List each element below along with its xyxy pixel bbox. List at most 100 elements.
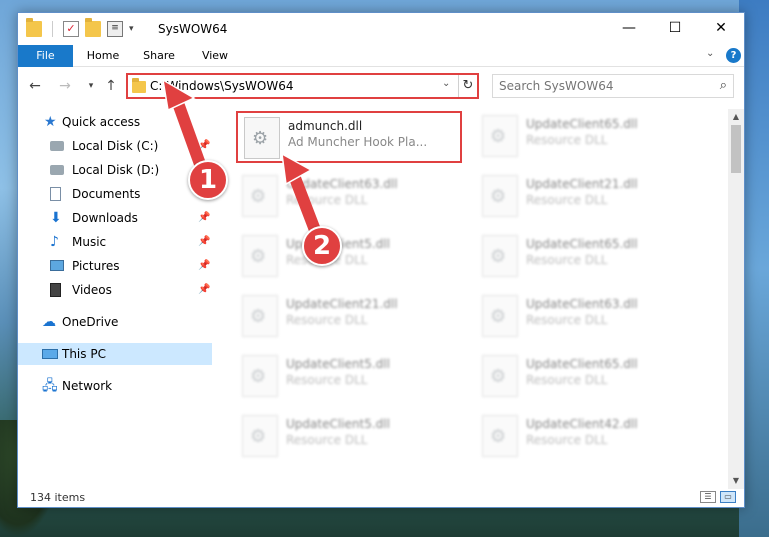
navigation-pane: ★ Quick access Local Disk (C:) 📌 Local D… xyxy=(18,109,214,489)
pin-icon[interactable]: 📌 xyxy=(198,135,210,157)
file-item[interactable]: UpdateClient63.dll Resource DLL xyxy=(476,291,702,343)
sidebar-item-downloads[interactable]: ⬇ Downloads 📌 xyxy=(18,207,212,229)
maximize-button[interactable]: ☐ xyxy=(652,13,698,43)
videos-icon xyxy=(50,283,61,297)
star-icon: ★ xyxy=(44,114,57,130)
pictures-icon xyxy=(50,260,64,271)
pin-icon[interactable]: 📌 xyxy=(198,279,210,301)
dll-file-icon xyxy=(482,295,518,337)
customize-toolbar-icon[interactable]: ≡ xyxy=(107,21,123,37)
up-arrow-icon[interactable]: ↑ xyxy=(102,77,120,95)
file-description: Resource DLL xyxy=(526,313,608,327)
tab-share[interactable]: Share xyxy=(134,45,184,67)
sidebar-item-label: Downloads xyxy=(72,211,138,225)
sidebar-item-label: Local Disk (D:) xyxy=(72,163,160,177)
sidebar-item-label: Local Disk (C:) xyxy=(72,139,159,153)
file-item[interactable]: UpdateClient21.dll Resource DLL xyxy=(236,291,462,343)
file-item[interactable]: UpdateClient65.dll Resource DLL xyxy=(476,351,702,403)
file-item-admunch[interactable]: admunch.dll Ad Muncher Hook Pla... xyxy=(236,111,462,163)
sidebar-item-label: Pictures xyxy=(72,259,120,273)
sidebar-item-videos[interactable]: Videos 📌 xyxy=(18,279,212,301)
address-dropdown-icon[interactable]: ⌄ xyxy=(442,78,450,89)
back-arrow-icon[interactable]: ← xyxy=(26,77,44,95)
dll-file-icon xyxy=(244,117,280,159)
scroll-down-icon[interactable]: ▼ xyxy=(728,473,744,489)
sidebar-item-label: Music xyxy=(72,235,107,249)
file-description: Resource DLL xyxy=(526,433,608,447)
item-count: 134 items xyxy=(30,491,86,504)
file-description: Resource DLL xyxy=(286,373,368,387)
sidebar-item-label: Videos xyxy=(72,283,112,297)
close-button[interactable]: ✕ xyxy=(698,13,744,43)
sidebar-item-label: Network xyxy=(62,379,113,393)
file-item[interactable]: UpdateClient5.dll Resource DLL xyxy=(236,411,462,463)
file-item[interactable]: UpdateClient21.dll Resource DLL xyxy=(476,171,702,223)
forward-arrow-icon[interactable]: → xyxy=(56,77,74,95)
details-view-icon[interactable]: ☰ xyxy=(700,491,716,503)
sidebar-item-network[interactable]: 🖧 Network xyxy=(18,375,212,397)
file-description: Resource DLL xyxy=(286,193,368,207)
help-icon[interactable]: ? xyxy=(726,48,741,63)
minimize-button[interactable]: — xyxy=(606,13,652,43)
sidebar-item-label: Quick access xyxy=(62,115,141,129)
sidebar-item-quick-access[interactable]: ★ Quick access xyxy=(18,111,212,133)
address-bar[interactable]: C:\Windows\SysWOW64 ⌄ ↻ xyxy=(126,73,479,99)
file-name: UpdateClient65.dll xyxy=(526,237,638,251)
tab-home[interactable]: Home xyxy=(78,45,128,67)
sidebar-item-onedrive[interactable]: ☁ OneDrive xyxy=(18,311,212,333)
dll-file-icon xyxy=(242,415,278,457)
file-item[interactable]: UpdateClient63.dll Resource DLL xyxy=(236,171,462,223)
pin-icon[interactable]: 📌 xyxy=(198,207,210,229)
sidebar-item-pictures[interactable]: Pictures 📌 xyxy=(18,255,212,277)
file-description: Resource DLL xyxy=(286,313,368,327)
dll-file-icon xyxy=(242,355,278,397)
search-box[interactable]: ⌕ xyxy=(492,74,734,98)
file-name: UpdateClient5.dll xyxy=(286,357,390,371)
file-name: UpdateClient65.dll xyxy=(526,357,638,371)
sidebar-item-this-pc[interactable]: This PC xyxy=(18,343,212,365)
scrollbar-thumb[interactable] xyxy=(731,125,741,173)
sidebar-item-local-disk-c[interactable]: Local Disk (C:) 📌 xyxy=(18,135,212,157)
new-folder-icon[interactable] xyxy=(85,18,101,37)
scroll-up-icon[interactable]: ▲ xyxy=(728,109,744,125)
toolbar-dropdown-icon[interactable]: ▾ xyxy=(129,24,134,34)
pc-icon xyxy=(42,349,58,359)
sidebar-item-local-disk-d[interactable]: Local Disk (D:) xyxy=(18,159,212,181)
file-item[interactable]: UpdateClient5.dll Resource DLL xyxy=(236,231,462,283)
file-description: Ad Muncher Hook Pla... xyxy=(288,135,428,149)
refresh-icon[interactable]: ↻ xyxy=(458,75,477,97)
file-name: UpdateClient5.dll xyxy=(286,417,390,431)
sidebar-item-music[interactable]: ♪ Music 📌 xyxy=(18,231,212,253)
pin-icon[interactable]: 📌 xyxy=(198,231,210,253)
file-item[interactable]: UpdateClient42.dll Resource DLL xyxy=(476,411,702,463)
sidebar-item-documents[interactable]: Documents 📌 xyxy=(18,183,212,205)
navigation-bar: ← → ▾ ↑ C:\Windows\SysWOW64 ⌄ ↻ ⌕ xyxy=(18,71,744,101)
file-description: Resource DLL xyxy=(526,373,608,387)
vertical-scrollbar[interactable]: ▲ ▼ xyxy=(728,109,744,489)
file-item[interactable]: UpdateClient65.dll Resource DLL xyxy=(476,111,702,163)
title-bar: ✓ ≡ ▾ SysWOW64 — ☐ ✕ xyxy=(18,13,744,45)
tab-file[interactable]: File xyxy=(18,45,73,67)
window-title: SysWOW64 xyxy=(158,22,228,36)
properties-check-icon[interactable]: ✓ xyxy=(63,21,79,37)
file-item[interactable]: UpdateClient65.dll Resource DLL xyxy=(476,231,702,283)
address-path[interactable]: C:\Windows\SysWOW64 xyxy=(150,79,294,93)
search-icon[interactable]: ⌕ xyxy=(720,78,727,93)
folder-icon xyxy=(26,18,42,37)
file-explorer-window: ✓ ≡ ▾ SysWOW64 — ☐ ✕ File Home Share Vie… xyxy=(17,12,745,508)
dll-file-icon xyxy=(242,295,278,337)
file-name: UpdateClient65.dll xyxy=(526,117,638,131)
tab-view[interactable]: View xyxy=(190,45,240,67)
dll-file-icon xyxy=(482,235,518,277)
pin-icon[interactable]: 📌 xyxy=(198,255,210,277)
file-item[interactable]: UpdateClient5.dll Resource DLL xyxy=(236,351,462,403)
search-input[interactable] xyxy=(499,75,709,97)
disk-icon xyxy=(50,141,64,151)
file-description: Resource DLL xyxy=(526,133,608,147)
expand-ribbon-chevron-icon[interactable]: ⌄ xyxy=(706,48,714,59)
file-description: Resource DLL xyxy=(526,193,608,207)
music-icon: ♪ xyxy=(50,234,59,250)
large-icons-view-icon[interactable]: ▭ xyxy=(720,491,736,503)
address-folder-icon xyxy=(132,78,146,93)
recent-locations-chevron-icon[interactable]: ▾ xyxy=(82,77,100,95)
